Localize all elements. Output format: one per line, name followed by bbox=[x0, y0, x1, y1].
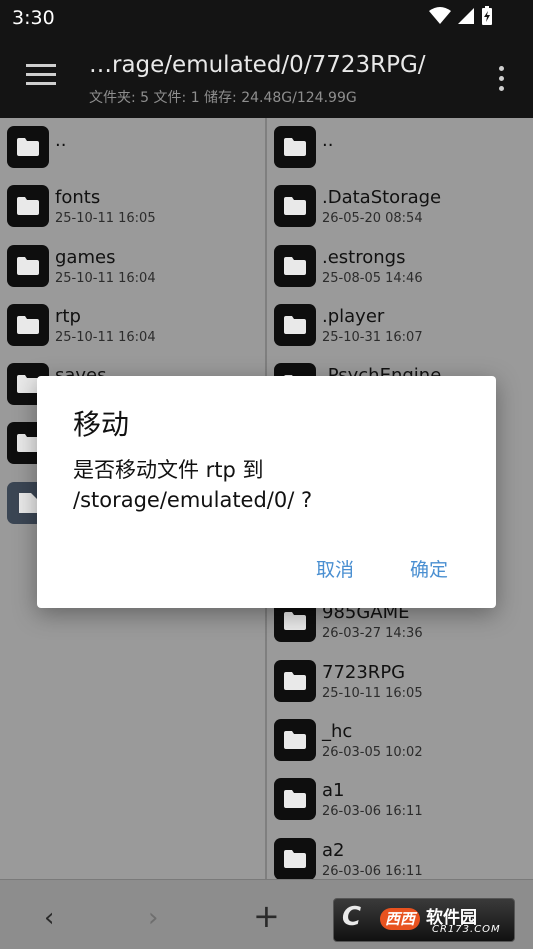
list-item[interactable]: a2 26-03-06 16:11 bbox=[267, 830, 533, 879]
watermark-logo-letter: C bbox=[342, 902, 362, 932]
item-name: fonts bbox=[55, 187, 101, 209]
item-name: .estrongs bbox=[322, 246, 406, 268]
item-date: 25-10-31 16:07 bbox=[322, 329, 423, 345]
menu-icon[interactable] bbox=[26, 64, 56, 88]
item-name: .player bbox=[322, 305, 385, 327]
cancel-button[interactable]: 取消 bbox=[310, 551, 360, 586]
item-name: rtp bbox=[55, 305, 81, 327]
list-item[interactable]: .player 25-10-31 16:07 bbox=[267, 296, 533, 355]
list-item[interactable]: .. bbox=[267, 118, 533, 177]
confirm-button[interactable]: 确定 bbox=[404, 551, 454, 586]
item-date: 25-10-11 16:05 bbox=[55, 211, 156, 227]
list-item[interactable]: 7723RPG 25-10-11 16:05 bbox=[267, 652, 533, 711]
item-date: 25-08-05 14:46 bbox=[322, 270, 423, 286]
app-bar: …rage/emulated/0/7723RPG/ 文件夹: 5 文件: 1 储… bbox=[0, 38, 533, 118]
status-icons bbox=[429, 6, 493, 26]
watermark-en: CR173.COM bbox=[432, 924, 501, 935]
list-item[interactable]: fonts 25-10-11 16:05 bbox=[0, 177, 265, 236]
folder-icon bbox=[274, 244, 316, 287]
item-name: .. bbox=[55, 130, 67, 151]
item-date: 26-03-27 14:36 bbox=[322, 626, 423, 642]
current-path: …rage/emulated/0/7723RPG/ bbox=[89, 52, 426, 78]
item-name: 7723RPG bbox=[322, 661, 406, 683]
list-item[interactable]: a1 26-03-06 16:11 bbox=[267, 770, 533, 829]
item-date: 25-10-11 16:04 bbox=[55, 270, 156, 286]
item-name: a2 bbox=[322, 839, 345, 861]
move-dialog: 移动 是否移动文件 rtp 到 /storage/emulated/0/ ? 取… bbox=[37, 376, 496, 608]
item-name: a1 bbox=[322, 780, 345, 802]
item-date: 26-03-06 16:11 bbox=[322, 804, 423, 820]
item-name: _hc bbox=[322, 720, 353, 742]
list-item[interactable]: .estrongs 25-08-05 14:46 bbox=[267, 237, 533, 296]
list-item[interactable]: _hc 26-03-05 10:02 bbox=[267, 711, 533, 770]
list-item[interactable]: .DataStorage 26-05-20 08:54 bbox=[267, 177, 533, 236]
folder-icon bbox=[274, 659, 316, 702]
item-date: 25-10-11 16:04 bbox=[55, 329, 156, 345]
item-date: 25-10-11 16:05 bbox=[322, 685, 423, 701]
back-button[interactable]: ‹ bbox=[44, 903, 54, 933]
watermark-badge: 西西 bbox=[380, 908, 420, 930]
watermark-logo: C 西西 软件园 CR173.COM bbox=[333, 898, 515, 942]
list-item[interactable]: games 25-10-11 16:04 bbox=[0, 237, 265, 296]
dialog-title: 移动 bbox=[73, 408, 130, 441]
folder-icon bbox=[7, 244, 49, 287]
item-date: 26-05-20 08:54 bbox=[322, 211, 423, 227]
add-button[interactable]: + bbox=[253, 897, 280, 935]
folder-icon bbox=[7, 185, 49, 228]
signal-icon bbox=[458, 8, 474, 24]
folder-icon bbox=[274, 837, 316, 879]
wifi-icon bbox=[429, 7, 451, 24]
folder-icon bbox=[274, 718, 316, 761]
folder-icon bbox=[7, 126, 49, 168]
list-item[interactable]: .. bbox=[0, 118, 265, 177]
item-name: games bbox=[55, 246, 116, 268]
more-vert-icon[interactable] bbox=[499, 66, 505, 92]
item-name: .DataStorage bbox=[322, 187, 442, 209]
folder-icon bbox=[7, 303, 49, 346]
status-time: 3:30 bbox=[12, 7, 55, 29]
battery-icon bbox=[482, 6, 492, 25]
folder-icon bbox=[274, 185, 316, 228]
list-item[interactable]: rtp 25-10-11 16:04 bbox=[0, 296, 265, 355]
item-date: 26-03-05 10:02 bbox=[322, 744, 423, 760]
dialog-message: 是否移动文件 rtp 到 /storage/emulated/0/ ? bbox=[73, 458, 313, 512]
item-date: 26-03-06 16:11 bbox=[322, 863, 423, 879]
item-name: .. bbox=[322, 130, 334, 151]
forward-button[interactable]: › bbox=[148, 903, 158, 933]
folder-icon bbox=[274, 126, 316, 168]
status-bar: 3:30 bbox=[0, 0, 533, 38]
folder-icon bbox=[274, 778, 316, 821]
storage-stats: 文件夹: 5 文件: 1 储存: 24.48G/124.99G bbox=[89, 90, 357, 106]
folder-icon bbox=[274, 303, 316, 346]
